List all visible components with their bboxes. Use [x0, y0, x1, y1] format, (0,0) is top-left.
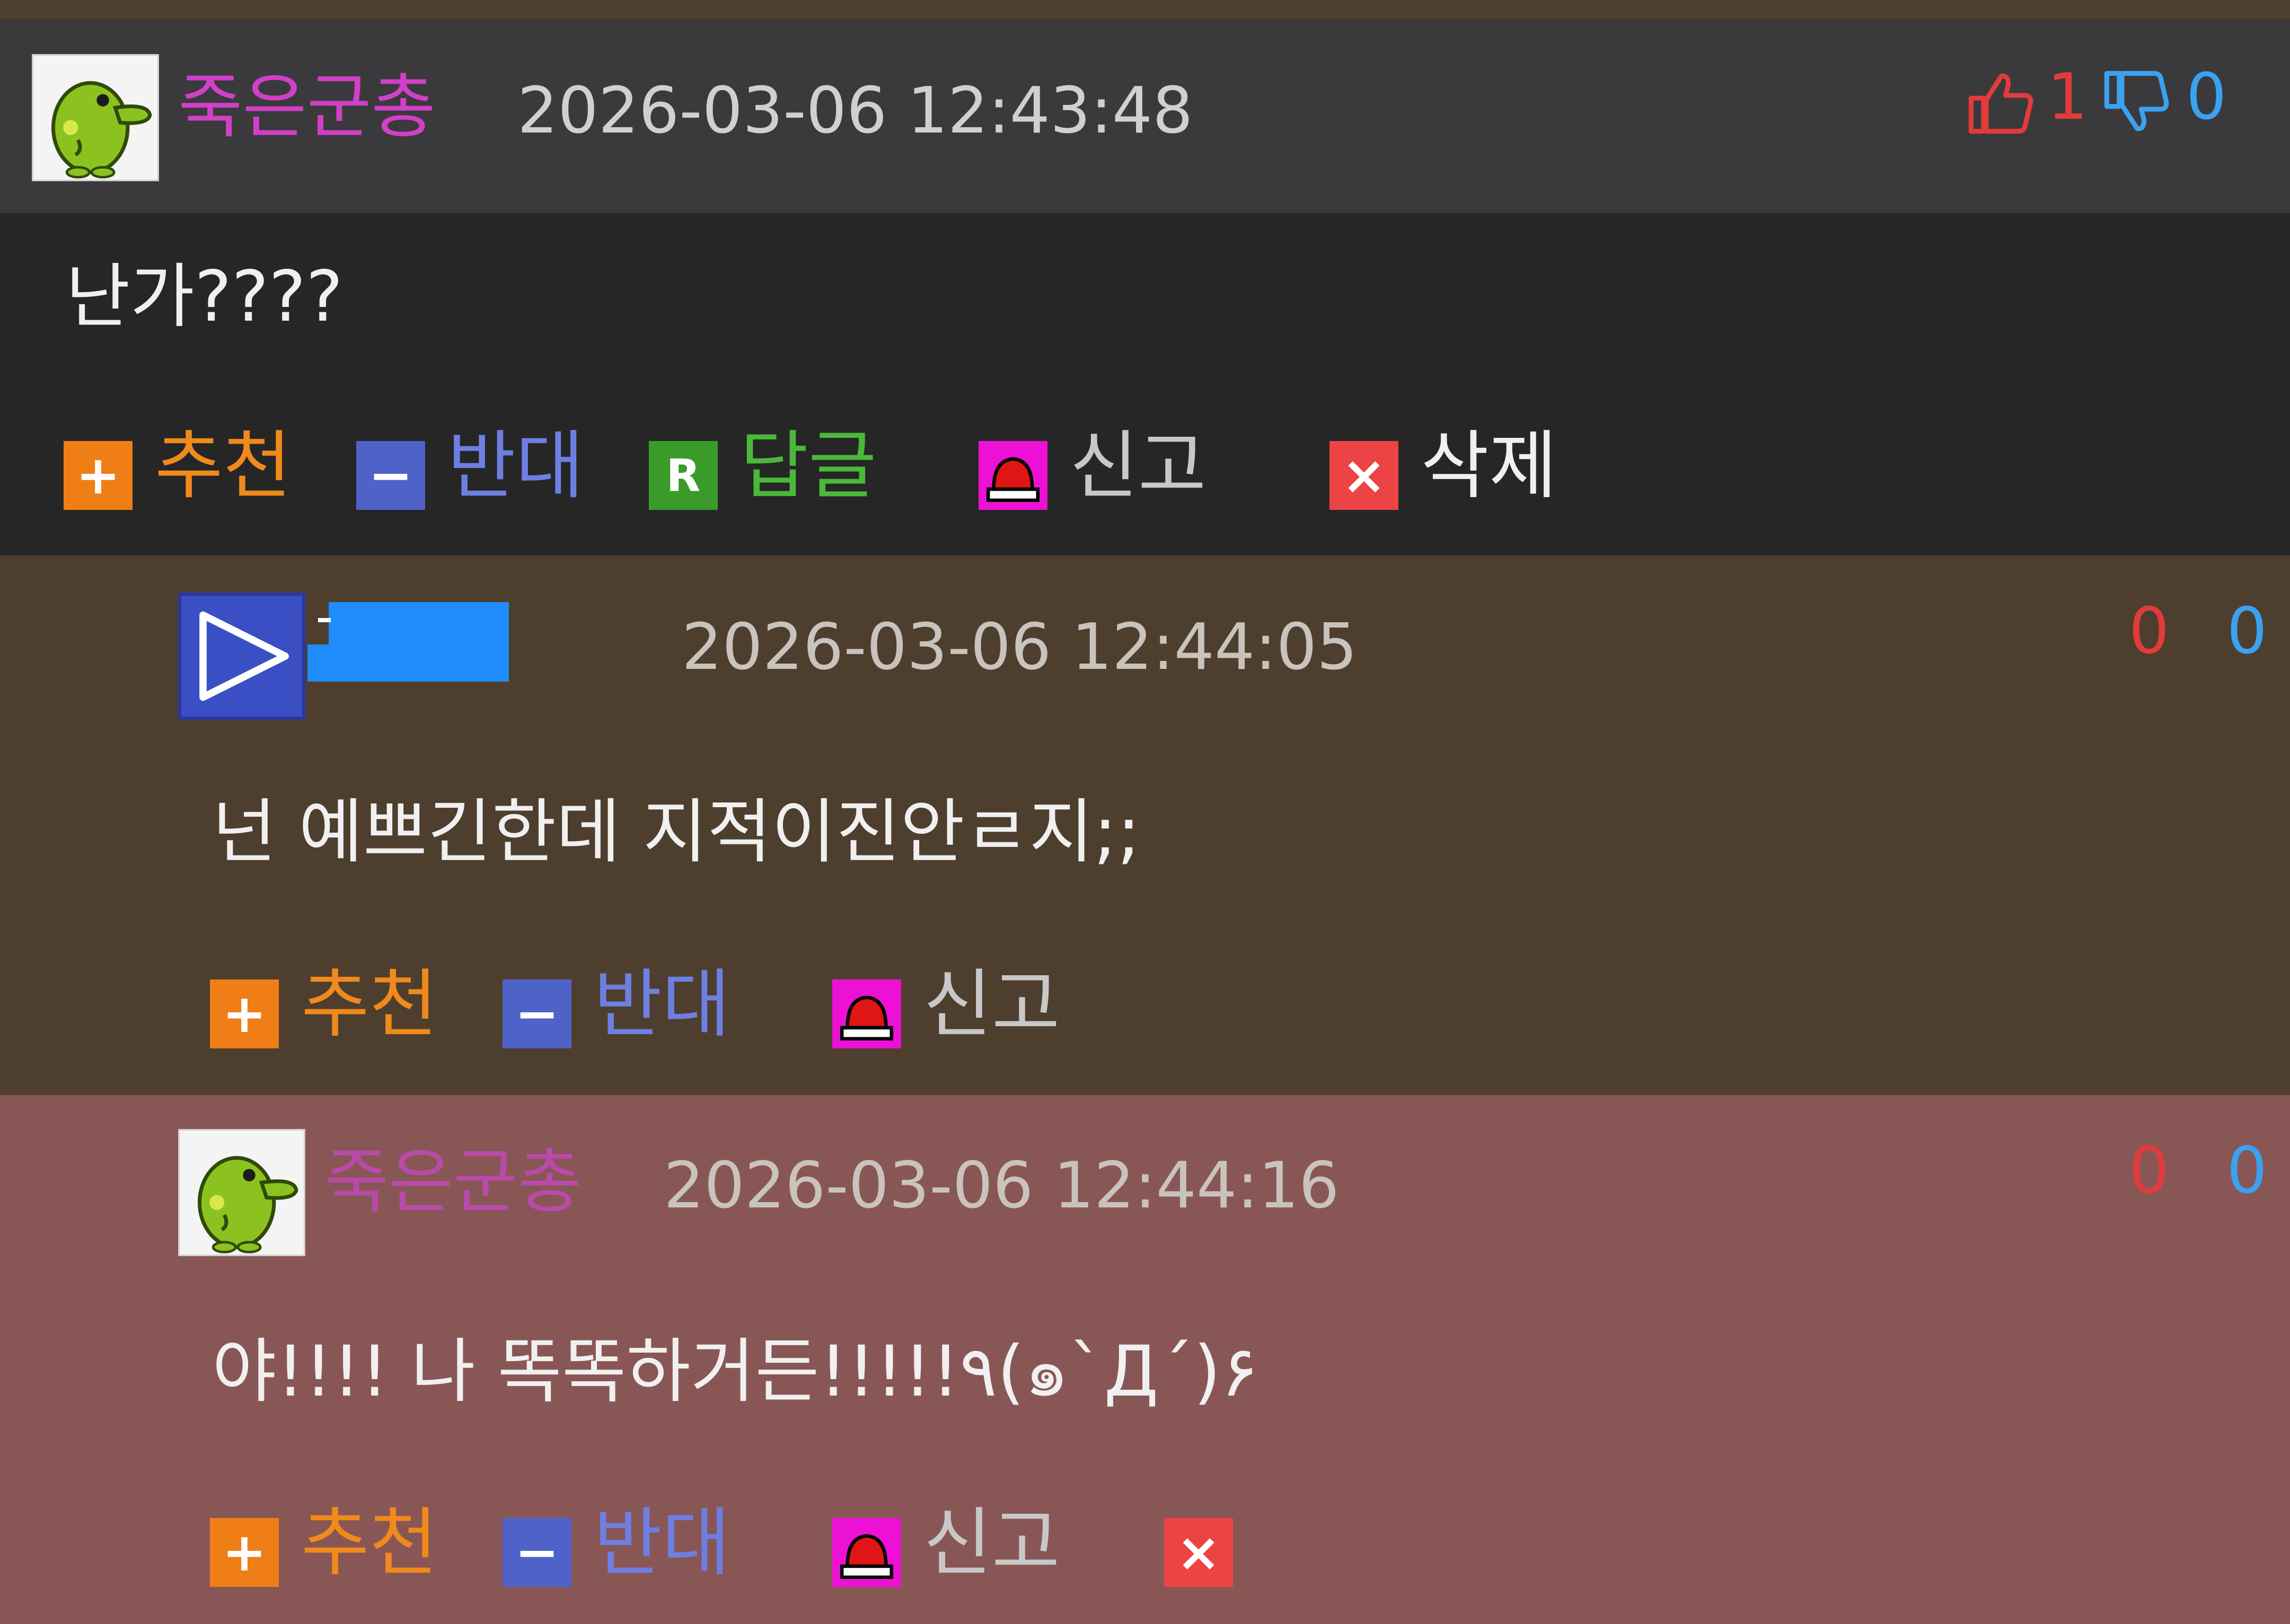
avatar[interactable] [178, 593, 305, 720]
comment-text: 야!!!! 나 똑똑하거든!!!!!٩(๑`Д´)۶ [212, 1331, 1258, 1413]
report-label: 신고 [923, 961, 1060, 1048]
vote-counts: 0 0 [2129, 600, 2267, 664]
plus-icon: + [64, 441, 133, 510]
recommend-label: 추천 [301, 1500, 438, 1586]
comment-actions: + 추천 − 반대 R 답글 신고 × 삭제 [64, 429, 1654, 510]
upvote-count: 0 [2129, 1134, 2170, 1208]
reply-r-icon: R [649, 441, 718, 510]
report-label: 신고 [923, 1500, 1060, 1586]
comment-timestamp: 2026-03-06 12:44:16 [664, 1149, 1340, 1223]
recommend-label: 추천 [301, 961, 438, 1048]
reply-label: 답글 [740, 423, 877, 509]
downvote-count: 0 [2186, 60, 2227, 134]
comment-text: 넌 예쁘긴한데 지적이진안ㄹ지;; [212, 791, 1141, 873]
plus-icon: + [210, 979, 279, 1048]
play-icon [199, 611, 289, 701]
avatar[interactable] [32, 54, 159, 181]
siren-icon [832, 1518, 901, 1587]
delete-label: 삭제 [1421, 423, 1557, 509]
frog-mascot-icon [51, 81, 152, 179]
close-icon: × [1329, 441, 1398, 510]
downvote-count: 0 [2226, 1134, 2268, 1208]
siren-icon [832, 979, 901, 1048]
comment-thread: 죽은군총 2026-03-06 12:43:48 1 0 난가???? + 추천… [0, 0, 2290, 1624]
comment-text: 난가???? [66, 256, 344, 338]
minus-icon: − [356, 441, 425, 510]
top-divider [0, 0, 2290, 19]
thumbs-up-icon[interactable] [1966, 68, 2034, 137]
recommend-label: 추천 [155, 423, 292, 509]
siren-icon [979, 441, 1047, 510]
minus-icon: − [503, 1518, 571, 1587]
oppose-label: 반대 [594, 1500, 730, 1586]
upvote-count: 0 [2129, 595, 2170, 668]
report-label: 신고 [1070, 423, 1206, 509]
upvote-count: 1 [2047, 60, 2088, 134]
comment-actions: + 추천 − 반대 신고 [210, 968, 1482, 1048]
oppose-label: 반대 [447, 423, 584, 509]
vote-counts: 0 0 [2129, 1140, 2267, 1203]
nickname[interactable]: 죽은군총 [324, 1147, 582, 1217]
minus-icon: − [503, 979, 571, 1048]
nickname[interactable]: 죽은군총 [178, 72, 436, 142]
thumbs-down-icon[interactable] [2101, 68, 2170, 137]
frog-mascot-icon [197, 1155, 298, 1254]
close-icon: × [1164, 1518, 1233, 1587]
avatar[interactable] [178, 1129, 305, 1256]
oppose-label: 반대 [594, 961, 730, 1048]
blurred-nickname [307, 602, 509, 682]
comment-actions: + 추천 − 반대 신고 × [210, 1506, 1482, 1587]
comment-timestamp: 2026-03-06 12:43:48 [517, 74, 1193, 148]
downvote-count: 0 [2226, 595, 2268, 668]
comment-timestamp: 2026-03-06 12:44:05 [682, 611, 1358, 684]
plus-icon: + [210, 1518, 279, 1587]
